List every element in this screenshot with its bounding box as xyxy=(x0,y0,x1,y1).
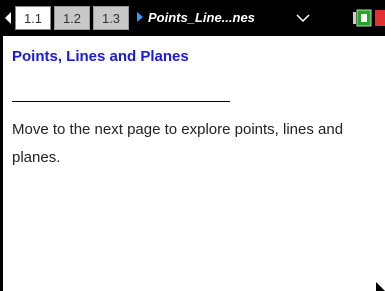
instruction-text: Move to the next page to explore points,… xyxy=(12,121,344,166)
cursor-icon xyxy=(376,282,385,291)
document-title[interactable]: Points_Line...nes xyxy=(148,8,255,28)
tab-1-1[interactable]: 1.1 xyxy=(15,6,51,30)
right-arrow-icon[interactable] xyxy=(137,12,143,22)
divider xyxy=(12,101,230,102)
screen: 1.1 1.2 1.3 Points_Line...nes Points, Li… xyxy=(0,0,385,291)
page-title: Points, Lines and Planes xyxy=(12,48,189,65)
chevron-down-icon[interactable] xyxy=(296,10,310,26)
battery-icon xyxy=(353,9,385,27)
tab-bar: 1.1 1.2 1.3 Points_Line...nes xyxy=(0,0,385,36)
tab-1-2[interactable]: 1.2 xyxy=(54,6,90,30)
tab-1-3[interactable]: 1.3 xyxy=(93,6,129,30)
left-arrow-icon[interactable] xyxy=(5,12,11,24)
page-left-border xyxy=(0,36,3,291)
